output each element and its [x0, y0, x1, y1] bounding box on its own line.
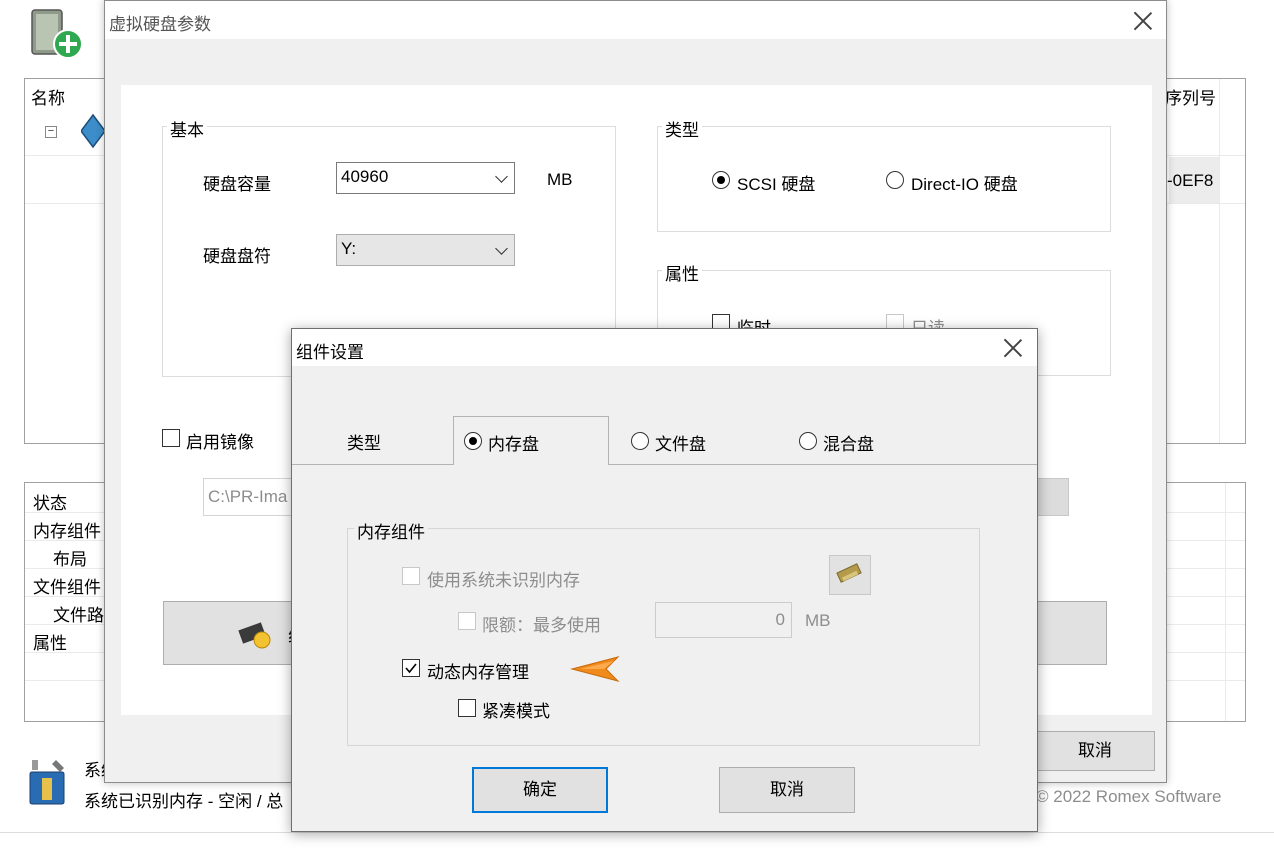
dialog-title: 虚拟硬盘参数 — [109, 15, 211, 34]
memory-disk-label[interactable]: 内存盘 — [488, 430, 539, 455]
column-header-name[interactable]: 名称 — [31, 84, 65, 109]
limit-checkbox[interactable] — [458, 612, 476, 630]
serial-value: -0EF8 — [1167, 171, 1214, 190]
close-icon[interactable] — [1003, 338, 1023, 358]
limit-label[interactable]: 限额：最多使用 — [482, 611, 601, 636]
chevron-down-icon[interactable] — [495, 170, 508, 183]
status-row-label: 状态 — [33, 494, 67, 513]
memory-disk-radio[interactable] — [464, 432, 482, 450]
limit-unit: MB — [805, 611, 831, 630]
status-row-label: 内存组件 — [33, 522, 101, 541]
file-disk-radio[interactable] — [631, 432, 649, 450]
mirror-path-value: C:\PR-Ima — [208, 487, 288, 506]
dialog-titlebar[interactable]: 组件设置 — [292, 329, 1037, 366]
scsi-label[interactable]: SCSI 硬盘 — [737, 170, 815, 195]
dynamic-memory-label[interactable]: 动态内存管理 — [427, 658, 529, 683]
pointer-arrow-icon — [570, 655, 622, 687]
cancel-button[interactable]: 取消 — [719, 767, 855, 813]
cancel-label: 取消 — [770, 780, 804, 799]
dialog-title: 组件设置 — [296, 343, 364, 362]
direct-io-label[interactable]: Direct-IO 硬盘 — [911, 170, 1018, 195]
dialog1-cancel-button[interactable]: 取消 — [1035, 731, 1155, 771]
use-unrecognized-label[interactable]: 使用系统未识别内存 — [427, 566, 580, 591]
capacity-unit: MB — [547, 170, 573, 189]
disk-node-icon — [80, 113, 106, 153]
dialog-titlebar[interactable]: 虚拟硬盘参数 — [105, 1, 1166, 39]
column-header-serial[interactable]: 序列号 — [1165, 84, 1216, 109]
capacity-value: 40960 — [341, 167, 389, 186]
tree-collapse-icon[interactable]: − — [45, 126, 57, 138]
mirror-checkbox[interactable] — [162, 429, 180, 447]
file-disk-label[interactable]: 文件盘 — [655, 430, 706, 455]
use-unrecognized-checkbox[interactable] — [402, 567, 420, 585]
status-row-label: 布局 — [53, 550, 87, 569]
type-label: 类型 — [347, 434, 381, 453]
close-icon[interactable] — [1133, 11, 1153, 31]
capacity-label: 硬盘容量 — [203, 175, 271, 194]
type-group-title: 类型 — [662, 116, 702, 141]
scsi-radio[interactable] — [712, 171, 730, 189]
direct-io-radio[interactable] — [886, 171, 904, 189]
letter-label: 硬盘盘符 — [203, 247, 271, 266]
drive-letter-value: Y: — [341, 239, 357, 258]
chevron-down-icon[interactable] — [495, 242, 508, 255]
capacity-combo[interactable]: 40960 — [336, 162, 515, 194]
system-tools-icon — [26, 758, 72, 806]
drive-letter-combo[interactable]: Y: — [336, 234, 515, 266]
memory-component-title: 内存组件 — [354, 518, 428, 543]
dialog1-cancel-label: 取消 — [1078, 741, 1112, 760]
ok-button[interactable]: 确定 — [472, 767, 608, 813]
mirror-label[interactable]: 启用镜像 — [186, 428, 254, 453]
add-disk-icon[interactable] — [26, 4, 88, 60]
bottom-divider — [0, 832, 1274, 833]
attributes-group-title: 属性 — [662, 260, 702, 285]
status-row-label: 属性 — [33, 634, 67, 653]
status-row-label: 文件路 — [53, 606, 104, 625]
hybrid-disk-radio[interactable] — [799, 432, 817, 450]
copyright-text: © 2022 Romex Software — [1036, 787, 1222, 806]
limit-value: 0 — [775, 610, 785, 629]
footer-line2: 系统已识别内存 - 空闲 / 总 — [84, 792, 284, 811]
hybrid-disk-label[interactable]: 混合盘 — [823, 430, 874, 455]
basic-group-title: 基本 — [167, 116, 207, 141]
status-row-label: 文件组件 — [33, 578, 101, 597]
memory-chip-icon — [238, 620, 274, 650]
compact-mode-checkbox[interactable] — [458, 699, 476, 717]
component-settings-dialog: 组件设置 类型 内存盘 文件盘 混合盘 内存组件 使用系统未识别内存 限额：最多… — [291, 328, 1038, 832]
ok-label: 确定 — [523, 780, 557, 799]
compact-mode-label[interactable]: 紧凑模式 — [482, 697, 550, 722]
memory-settings-icon[interactable] — [829, 555, 871, 595]
limit-input[interactable]: 0 — [655, 602, 792, 638]
dynamic-memory-checkbox[interactable] — [402, 659, 420, 677]
